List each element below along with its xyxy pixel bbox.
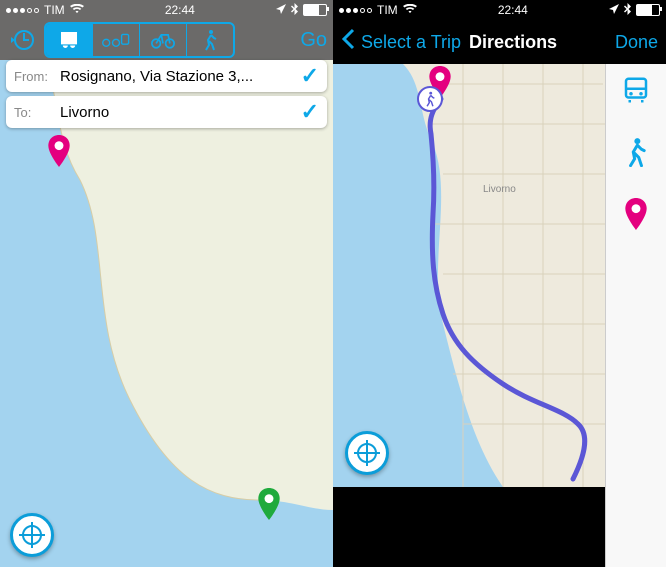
check-icon: ✓ — [301, 63, 319, 89]
mode-bus[interactable] — [46, 24, 93, 56]
from-label: From: — [14, 69, 60, 84]
wifi-icon — [403, 3, 417, 17]
to-field[interactable]: To: Livorno ✓ — [6, 96, 327, 128]
sidebar-bus-button[interactable] — [620, 74, 652, 106]
sidebar-pin-button[interactable] — [620, 198, 652, 230]
locate-me-button[interactable] — [10, 513, 54, 557]
planner-screen: TIM 22:44 — [0, 0, 333, 567]
sidebar-walk-button[interactable] — [620, 136, 652, 168]
mode-bike[interactable] — [140, 24, 187, 56]
bluetooth-icon — [624, 3, 631, 18]
done-button[interactable]: Done — [615, 32, 658, 53]
from-field[interactable]: From: Rosignano, Via Stazione 3,... ✓ — [6, 60, 327, 92]
back-label[interactable]: Select a Trip — [361, 32, 461, 53]
status-bar: TIM 22:44 — [333, 0, 666, 20]
origin-pin-icon[interactable] — [48, 135, 70, 167]
check-icon: ✓ — [301, 99, 319, 125]
map-canvas[interactable]: Livorno — [333, 64, 606, 487]
destination-pin-icon[interactable] — [258, 488, 280, 520]
go-button[interactable]: Go — [300, 29, 327, 52]
battery-icon — [636, 4, 660, 16]
locate-me-button[interactable] — [345, 431, 389, 475]
carrier-label: TIM — [377, 3, 398, 17]
directions-navbar: Select a Trip Directions Done — [333, 20, 666, 64]
bluetooth-icon — [291, 3, 298, 18]
mode-walk[interactable] — [187, 24, 233, 56]
directions-screen: TIM 22:44 Select a Trip Directions Done — [333, 0, 666, 567]
to-value: Livorno — [60, 104, 301, 121]
signal-dots — [339, 8, 372, 13]
wifi-icon — [70, 3, 84, 17]
route-fields: From: Rosignano, Via Stazione 3,... ✓ To… — [0, 60, 333, 132]
to-label: To: — [14, 105, 60, 120]
clock: 22:44 — [498, 3, 528, 17]
walk-segment-icon — [417, 86, 443, 112]
location-arrow-icon — [276, 3, 286, 17]
battery-icon — [303, 4, 327, 16]
mode-sidebar — [605, 64, 666, 567]
mode-bike-transit[interactable] — [93, 24, 140, 56]
mode-segmented-control — [44, 22, 235, 58]
page-title: Directions — [469, 32, 557, 53]
back-to-map-button[interactable] — [6, 25, 38, 55]
signal-dots — [6, 8, 39, 13]
status-bar: TIM 22:44 — [0, 0, 333, 20]
bottom-panel — [333, 487, 606, 567]
planner-toolbar: Go — [0, 20, 333, 60]
clock: 22:44 — [165, 3, 195, 17]
location-arrow-icon — [609, 3, 619, 17]
carrier-label: TIM — [44, 3, 65, 17]
back-chevron-icon[interactable] — [341, 28, 355, 56]
from-value: Rosignano, Via Stazione 3,... — [60, 68, 301, 85]
